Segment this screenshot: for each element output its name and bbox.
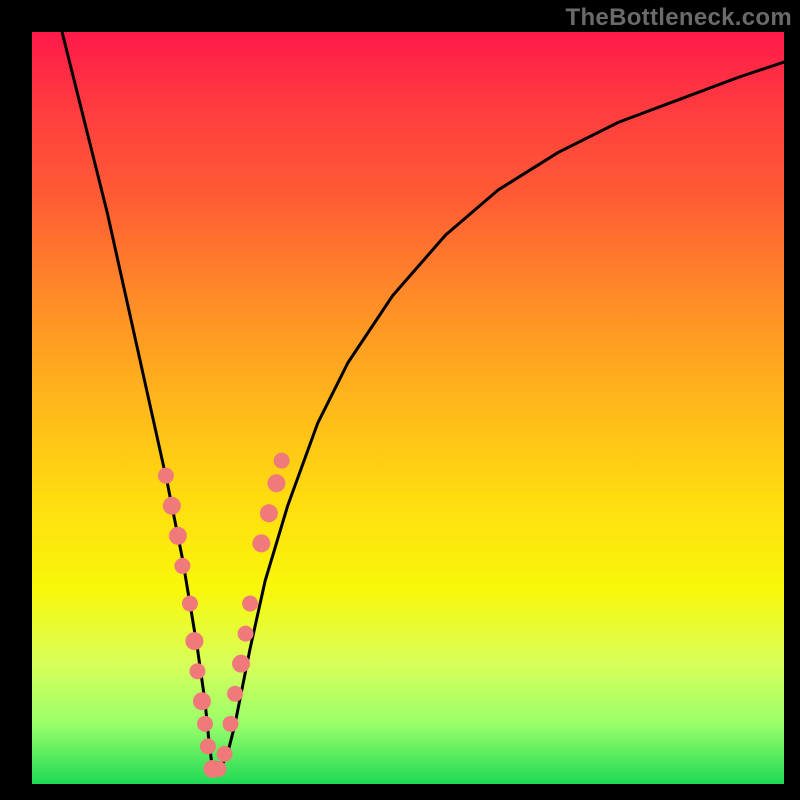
scatter-dot xyxy=(232,655,250,673)
scatter-dot xyxy=(242,596,258,612)
scatter-dot xyxy=(223,716,239,732)
scatter-dot xyxy=(163,497,181,515)
scatter-dot xyxy=(238,626,254,642)
scatter-dot xyxy=(267,474,285,492)
scatter-dot xyxy=(274,453,290,469)
scatter-dot xyxy=(197,716,213,732)
scatter-dot xyxy=(182,596,198,612)
scatter-dot xyxy=(210,761,226,777)
bottleneck-curve xyxy=(62,32,784,769)
scatter-dot xyxy=(193,692,211,710)
scatter-dot xyxy=(169,527,187,545)
scatter-dot xyxy=(227,686,243,702)
scatter-dot xyxy=(185,632,203,650)
scatter-dot xyxy=(200,738,216,754)
scatter-dot xyxy=(158,468,174,484)
scatter-dot xyxy=(189,663,205,679)
scatter-dot xyxy=(174,558,190,574)
chart-frame: TheBottleneck.com xyxy=(0,0,800,800)
scatter-dot xyxy=(217,746,233,762)
chart-svg xyxy=(0,0,800,800)
scatter-dot xyxy=(260,504,278,522)
scatter-dot xyxy=(252,534,270,552)
